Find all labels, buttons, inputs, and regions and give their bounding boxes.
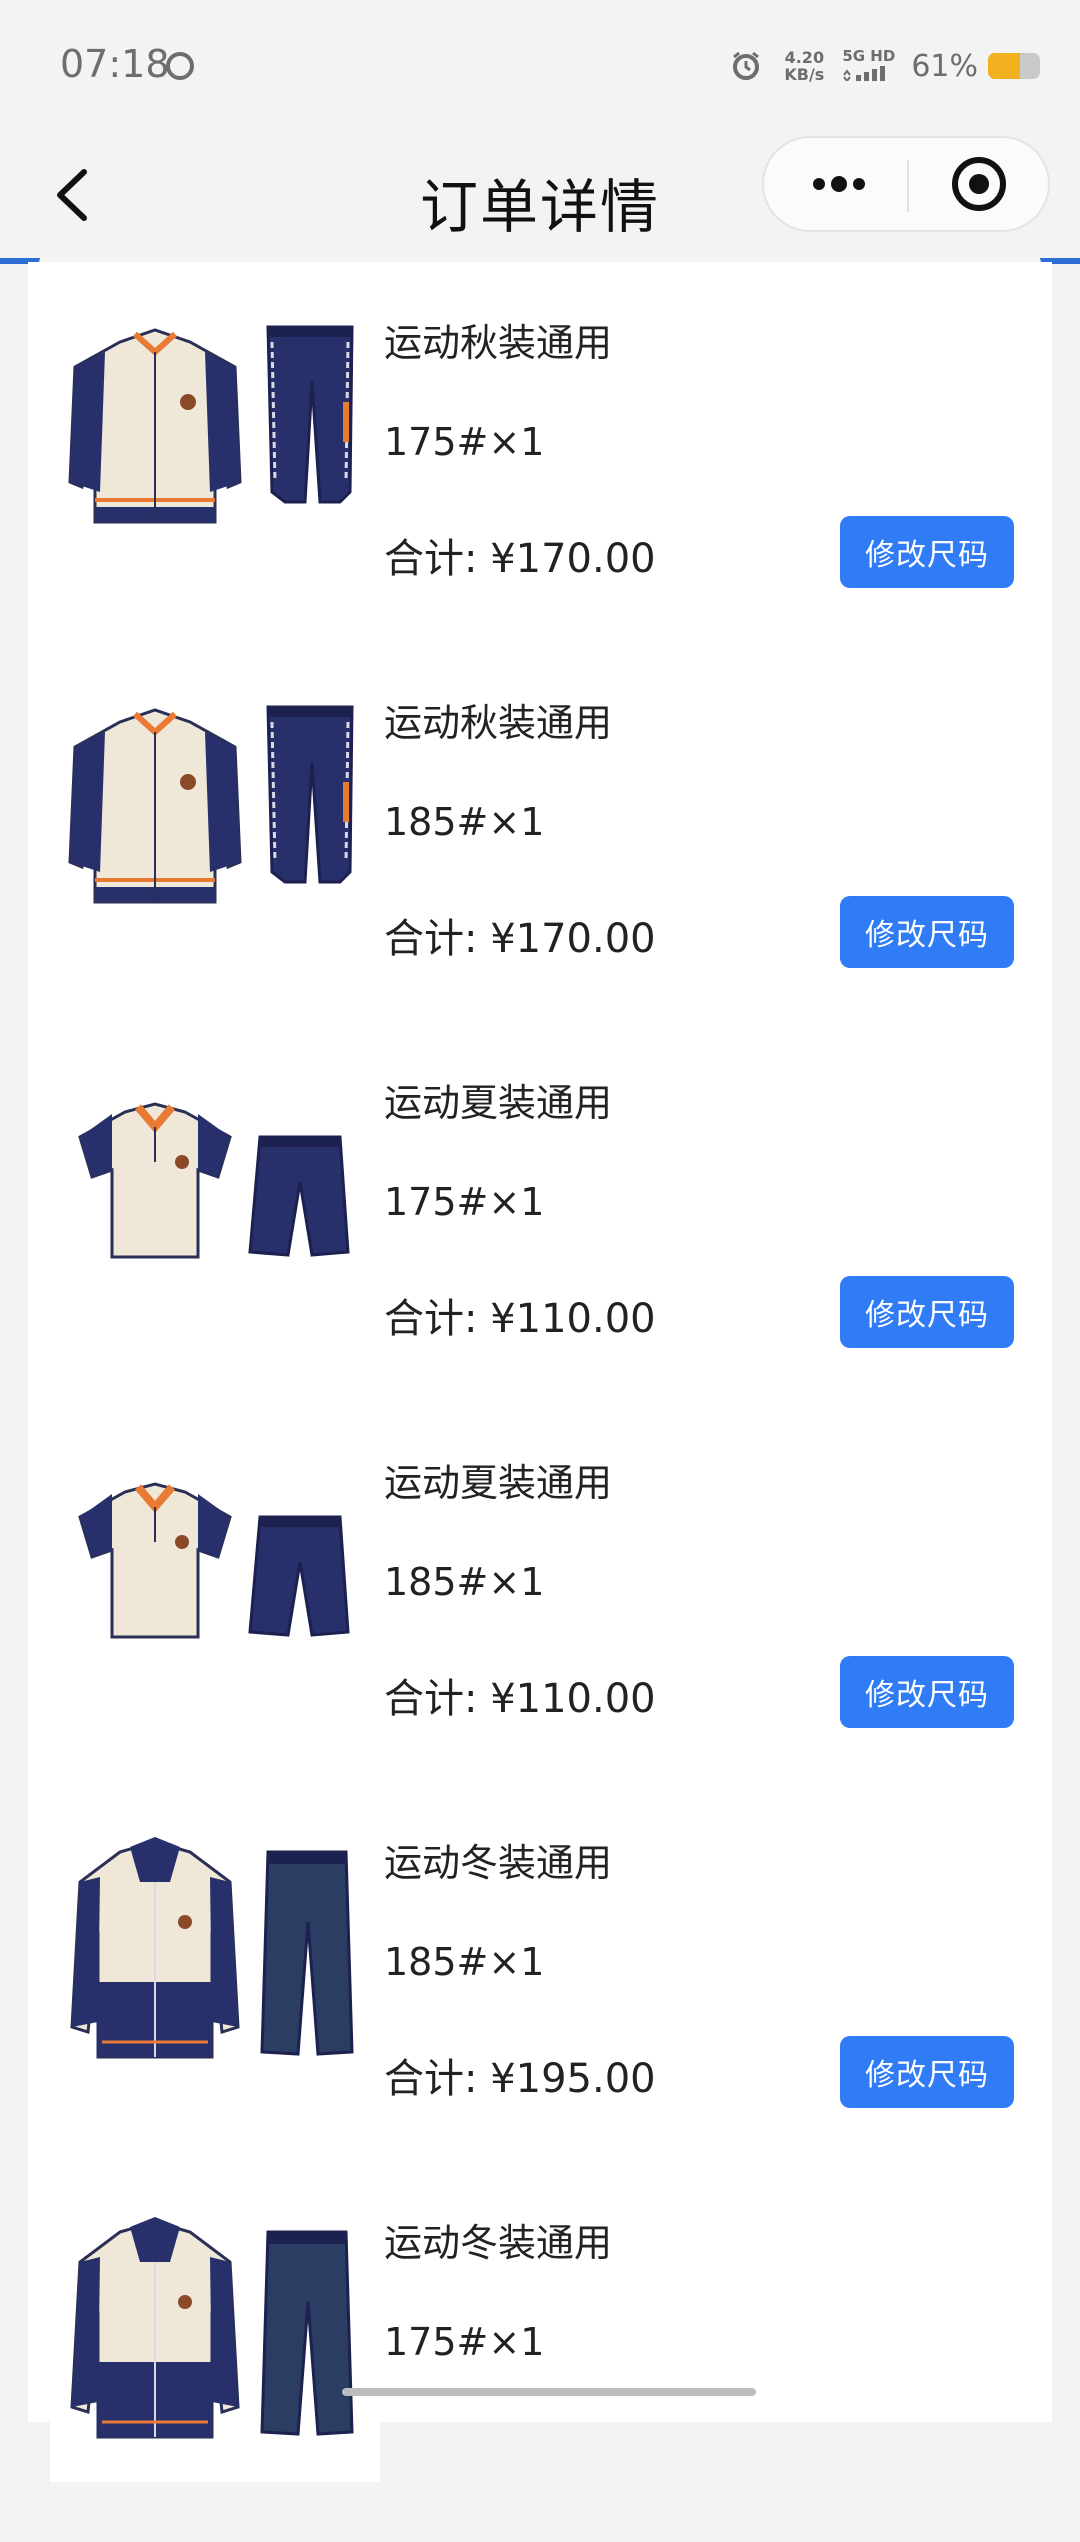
- edit-size-button[interactable]: 修改尺码: [840, 1656, 1014, 1728]
- battery-fill: [988, 53, 1020, 79]
- network-speed: 4.20 KB/s: [784, 49, 824, 83]
- battery-icon: [988, 53, 1040, 79]
- notification-icon: [166, 52, 194, 80]
- mini-program-capsule: [762, 136, 1050, 232]
- alarm-icon: [733, 51, 760, 80]
- product-image-summer: [78, 1482, 350, 1639]
- order-item: 运动夏装通用 175#×1 合计: ¥110.00 修改尺码: [28, 1022, 1052, 1402]
- order-item: 运动秋装通用 185#×1 合计: ¥170.00 修改尺码: [28, 642, 1052, 1022]
- item-name: 运动冬装通用: [384, 1841, 613, 1885]
- order-items-card: 运动秋装通用 175#×1 合计: ¥170.00 修改尺码 运动秋装通用 185#×1…: [28, 262, 1052, 2482]
- signal-label: 5G HD: [842, 46, 896, 65]
- edit-size-button[interactable]: 修改尺码: [840, 2036, 1014, 2108]
- product-image[interactable]: [50, 292, 380, 582]
- nav-bar: 订单详情: [0, 130, 1080, 260]
- product-image[interactable]: [50, 1052, 380, 1342]
- product-image[interactable]: [50, 1812, 380, 2102]
- battery-percent: 61%: [911, 48, 978, 84]
- home-indicator[interactable]: [342, 2388, 756, 2396]
- signal-icon: 5G HD: [842, 46, 896, 85]
- order-item: 运动秋装通用 175#×1 合计: ¥170.00 修改尺码: [28, 262, 1052, 642]
- product-image[interactable]: [50, 1432, 380, 1722]
- product-image-autumn: [68, 325, 354, 524]
- product-image[interactable]: [50, 2192, 380, 2482]
- item-name: 运动秋装通用: [384, 321, 613, 365]
- item-size-quantity: 185#×1: [384, 1560, 545, 1604]
- signal-bars-icon: [843, 65, 886, 83]
- net-speed-unit: KB/s: [784, 65, 825, 84]
- edit-size-button[interactable]: 修改尺码: [840, 1276, 1014, 1348]
- product-image-winter: [70, 2217, 354, 2439]
- target-close-icon[interactable]: [924, 138, 1034, 230]
- item-total: 合计: ¥110.00: [384, 1676, 656, 1722]
- item-total: 合计: ¥110.00: [384, 1296, 656, 1342]
- item-name: 运动夏装通用: [384, 1081, 613, 1125]
- item-size-quantity: 185#×1: [384, 800, 545, 844]
- status-time: 07:18: [60, 42, 170, 86]
- order-item: 运动冬装通用 175#×1: [28, 2162, 1052, 2542]
- more-dots-icon[interactable]: [784, 138, 894, 230]
- status-bar: 07:18 4.20 KB/s 5G HD 61%: [0, 0, 1080, 130]
- item-size-quantity: 175#×1: [384, 420, 545, 464]
- product-image-autumn: [68, 705, 354, 904]
- item-total: 合计: ¥195.00: [384, 2056, 656, 2102]
- item-size-quantity: 185#×1: [384, 1940, 545, 1984]
- item-name: 运动冬装通用: [384, 2221, 613, 2265]
- item-total: 合计: ¥170.00: [384, 536, 656, 582]
- product-image-summer: [78, 1102, 350, 1259]
- capsule-divider: [907, 160, 909, 212]
- order-item: 运动冬装通用 185#×1 合计: ¥195.00 修改尺码: [28, 1782, 1052, 2162]
- edit-size-button[interactable]: 修改尺码: [840, 896, 1014, 968]
- product-image[interactable]: [50, 672, 380, 962]
- item-total: 合计: ¥170.00: [384, 916, 656, 962]
- item-size-quantity: 175#×1: [384, 2320, 545, 2364]
- net-speed-value: 4.20: [784, 48, 825, 67]
- item-size-quantity: 175#×1: [384, 1180, 545, 1224]
- order-item: 运动夏装通用 185#×1 合计: ¥110.00 修改尺码: [28, 1402, 1052, 1782]
- item-name: 运动夏装通用: [384, 1461, 613, 1505]
- product-image-winter: [70, 1837, 354, 2059]
- edit-size-button[interactable]: 修改尺码: [840, 516, 1014, 588]
- status-indicators: 4.20 KB/s 5G HD 61%: [730, 44, 1040, 88]
- item-name: 运动秋装通用: [384, 701, 613, 745]
